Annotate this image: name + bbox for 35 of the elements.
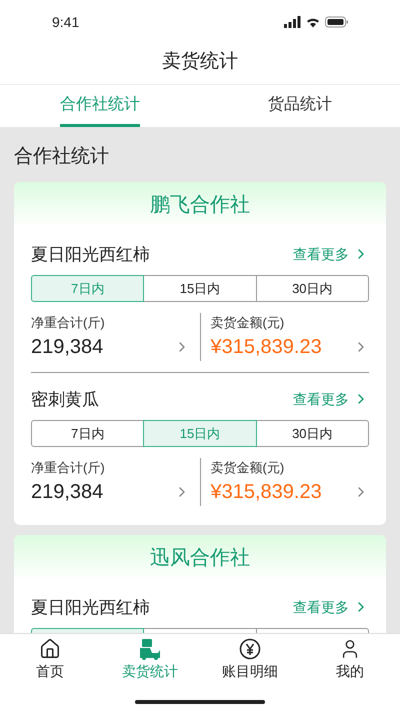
view-more-link[interactable]: 查看更多 xyxy=(293,596,369,618)
battery-icon xyxy=(325,16,348,28)
signal-icon xyxy=(284,16,301,28)
product-name: 密刺黄瓜 xyxy=(31,388,99,410)
page-title: 卖货统计 xyxy=(162,50,238,74)
amount-value: ¥315,839.23 xyxy=(210,480,322,504)
period-tab[interactable]: 7日内 xyxy=(31,420,144,447)
weight-value: 219,384 xyxy=(31,480,104,504)
home-icon xyxy=(39,638,61,660)
section-title: 合作社统计 xyxy=(14,145,110,169)
nav-item[interactable]: 卖货统计 xyxy=(100,638,200,682)
cooperative-name: 迅风合作社 xyxy=(150,546,250,570)
top-tab[interactable]: 合作社统计 xyxy=(60,85,140,127)
truck-icon xyxy=(138,638,162,660)
view-more-link[interactable]: 查看更多 xyxy=(293,244,369,265)
status-time: 9:41 xyxy=(52,12,80,32)
wifi-icon xyxy=(306,16,320,28)
period-tab[interactable]: 15日内 xyxy=(143,275,257,302)
product-name: 夏日阳光西红柿 xyxy=(31,244,150,266)
amount-value: ¥315,839.23 xyxy=(210,334,322,360)
top-tab[interactable]: 货品统计 xyxy=(268,85,332,127)
stat-label: 净重合计(斤) xyxy=(31,459,105,477)
stat-label: 卖货金额(元) xyxy=(210,314,286,332)
period-tab[interactable]: 30日内 xyxy=(256,420,369,447)
nav-item[interactable]: 首页 xyxy=(0,638,100,682)
view-more-link[interactable]: 查看更多 xyxy=(293,388,369,410)
nav-item[interactable]: 账目明细 xyxy=(200,638,300,682)
product-name: 夏日阳光西红柿 xyxy=(31,596,150,618)
period-tab[interactable]: 30日内 xyxy=(256,275,369,302)
nav-item[interactable]: 我的 xyxy=(300,638,400,682)
weight-value: 219,384 xyxy=(31,334,104,360)
yen-coin-icon xyxy=(239,638,261,660)
stat-label: 净重合计(斤) xyxy=(31,314,105,332)
cooperative-name: 鹏飞合作社 xyxy=(150,192,250,218)
stat-label: 卖货金额(元) xyxy=(210,459,286,477)
